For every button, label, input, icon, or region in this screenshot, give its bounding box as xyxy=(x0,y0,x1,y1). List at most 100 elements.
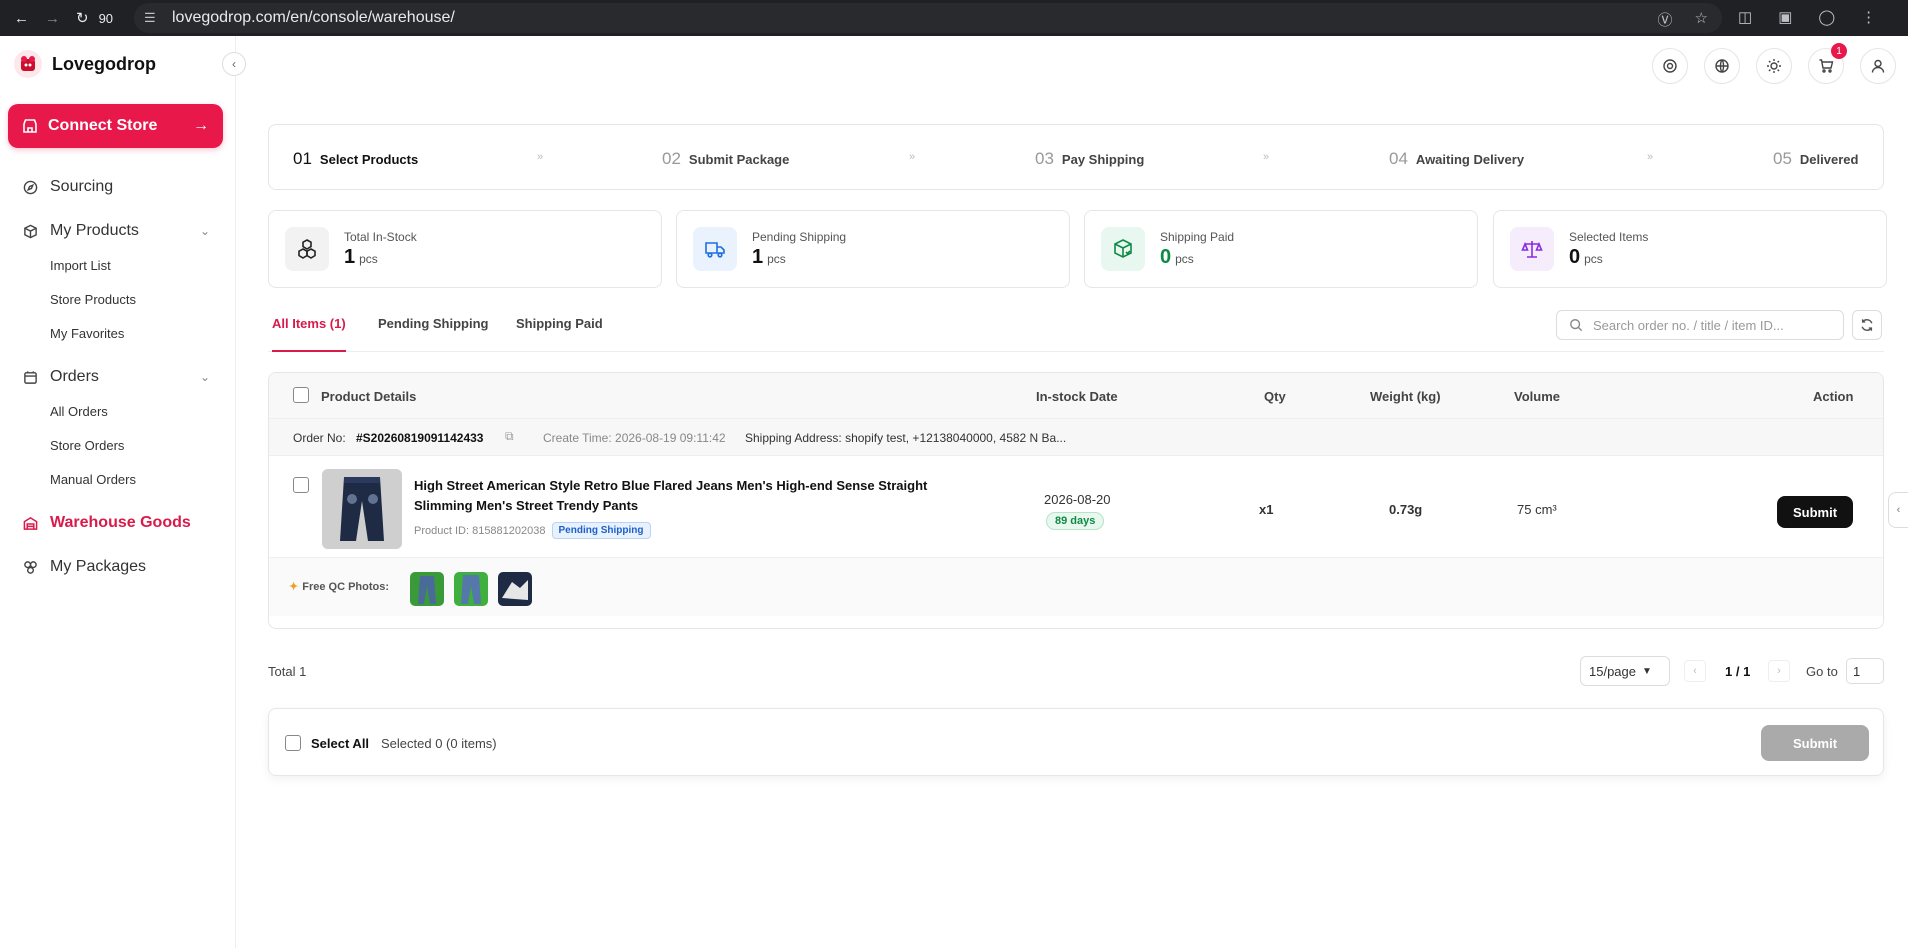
theme-toggle-button[interactable] xyxy=(1756,48,1792,84)
select-all-label[interactable]: Select All xyxy=(311,736,369,751)
search-box xyxy=(1556,310,1844,340)
step-number: 02 xyxy=(662,149,681,168)
page-size-select[interactable]: 15/page ▼ xyxy=(1580,656,1670,686)
sidebar-item-import-list[interactable]: Import List xyxy=(0,248,236,282)
connect-store-button[interactable]: Connect Store → xyxy=(8,104,223,148)
connect-store-label: Connect Store xyxy=(48,117,158,134)
sidebar-item-store-products[interactable]: Store Products xyxy=(0,282,236,316)
select-all-checkbox[interactable] xyxy=(285,735,301,751)
goto-page-input[interactable] xyxy=(1846,658,1884,684)
support-button[interactable] xyxy=(1652,48,1688,84)
bulk-action-bar: Select All Selected 0 (0 items) Submit xyxy=(268,708,1884,776)
qc-photo-thumbnail[interactable] xyxy=(498,572,532,606)
status-badge: Pending Shipping xyxy=(551,522,651,539)
cart-button[interactable]: 1 xyxy=(1808,43,1847,84)
sidebar-item-my-favorites[interactable]: My Favorites xyxy=(0,316,236,350)
tab-all-items[interactable]: All Items (1) xyxy=(272,316,346,352)
sidebar-item-warehouse-goods[interactable]: Warehouse Goods xyxy=(0,506,236,540)
chevron-down-icon[interactable]: ⌄ xyxy=(200,224,210,238)
reload-icon[interactable]: ↻ xyxy=(76,9,89,27)
truck-icon xyxy=(693,227,737,271)
cart-icon xyxy=(1819,59,1834,73)
step-name: Select Products xyxy=(319,152,419,167)
globe-icon xyxy=(1715,59,1729,73)
step-delivered: 05 Delivered xyxy=(1773,149,1858,169)
brand-logo[interactable]: Lovegodrop xyxy=(14,50,156,78)
qc-photos-label: Free QC Photos: xyxy=(302,580,390,593)
col-in-stock-date: In-stock Date xyxy=(1036,389,1118,404)
language-button[interactable] xyxy=(1704,48,1740,84)
tab-search-icon[interactable]: ▣ xyxy=(1778,8,1792,26)
product-thumbnail[interactable] xyxy=(322,469,402,549)
stat-label: Shipping Paid xyxy=(1160,229,1235,244)
bulk-submit-button[interactable]: Submit xyxy=(1761,725,1869,761)
orders-icon xyxy=(22,369,38,385)
stat-label: Total In-Stock xyxy=(344,229,417,244)
sidebar-item-store-orders[interactable]: Store Orders xyxy=(0,428,236,462)
browser-toolbar: ← → ↻ 90 ☰ lovegodrop.com/en/console/war… xyxy=(0,0,1908,36)
step-arrow-icon: » xyxy=(1263,151,1270,163)
forward-icon[interactable]: → xyxy=(45,10,60,27)
table-row: High Street American Style Retro Blue Fl… xyxy=(269,456,1883,558)
row-checkbox[interactable] xyxy=(293,477,309,493)
side-drawer-toggle[interactable]: ‹ xyxy=(1888,492,1908,528)
back-icon[interactable]: ← xyxy=(14,10,29,27)
brand-name: Lovegodrop xyxy=(52,53,156,74)
step-number: 05 xyxy=(1773,149,1792,168)
tab-pending-shipping[interactable]: Pending Shipping xyxy=(378,316,489,352)
qc-photo-thumbnail[interactable] xyxy=(454,572,488,606)
order-info-row: Order No: #S20260819091142433 ⧉ Create T… xyxy=(269,419,1883,456)
browser-menu-icon[interactable]: ⋮ xyxy=(1861,8,1876,26)
packages-icon xyxy=(22,559,38,575)
chevron-down-icon: ▼ xyxy=(1642,665,1652,677)
address-bar[interactable]: ☰ lovegodrop.com/en/console/warehouse/ Ⓥ… xyxy=(134,3,1722,33)
submit-row-button[interactable]: Submit xyxy=(1777,496,1853,528)
arrow-right-icon: → xyxy=(193,117,209,134)
url-text[interactable]: lovegodrop.com/en/console/warehouse/ xyxy=(172,9,455,27)
product-weight: 0.73g xyxy=(1389,502,1423,517)
step-name: Delivered xyxy=(1799,152,1859,167)
zoom-level: 90 xyxy=(98,10,114,26)
search-input[interactable] xyxy=(1593,317,1833,333)
box-icon xyxy=(22,223,38,239)
refresh-button[interactable] xyxy=(1852,310,1882,340)
stat-pending-shipping: Pending Shipping 1 pcs xyxy=(676,210,1070,288)
goto-label: Go to xyxy=(1806,664,1838,679)
bookmark-star-icon[interactable]: ☆ xyxy=(1695,9,1708,30)
next-page-button[interactable]: › xyxy=(1768,660,1790,682)
sidebar-item-all-orders[interactable]: All Orders xyxy=(0,394,236,428)
prev-page-button[interactable]: ‹ xyxy=(1684,660,1706,682)
site-info-icon[interactable]: ☰ xyxy=(144,10,160,26)
user-icon xyxy=(1871,59,1885,73)
col-weight: Weight (kg) xyxy=(1370,389,1441,404)
select-all-checkbox-header[interactable] xyxy=(293,387,309,403)
chevron-left-icon: ‹ xyxy=(1896,504,1901,516)
profile-icon[interactable]: ◯ xyxy=(1818,8,1835,26)
product-volume: 75 cm³ xyxy=(1517,502,1557,517)
stat-label: Selected Items xyxy=(1569,229,1649,244)
chevron-down-icon[interactable]: ⌄ xyxy=(200,370,210,384)
translate-icon[interactable]: Ⓥ xyxy=(1658,9,1673,30)
shipping-steps: 01 Select Products » 02 Submit Package » 0… xyxy=(268,124,1884,190)
sidebar-item-my-products[interactable]: My Products ⌄ xyxy=(0,214,236,248)
sidebar-item-manual-orders[interactable]: Manual Orders xyxy=(0,462,236,496)
product-title[interactable]: High Street American Style Retro Blue Fl… xyxy=(414,476,934,516)
tab-shipping-paid[interactable]: Shipping Paid xyxy=(516,316,603,352)
qc-photo-thumbnail[interactable] xyxy=(410,572,444,606)
step-number: 04 xyxy=(1389,149,1408,168)
chevron-left-icon: ‹ xyxy=(232,57,236,71)
step-name: Awaiting Delivery xyxy=(1415,152,1525,167)
step-arrow-icon: » xyxy=(909,151,916,163)
step-select-products: 01 Select Products xyxy=(293,149,418,169)
sidebar-item-my-packages[interactable]: My Packages xyxy=(0,550,236,584)
collapse-sidebar-button[interactable]: ‹ xyxy=(222,52,246,76)
scale-icon xyxy=(1510,227,1554,271)
account-button[interactable] xyxy=(1860,48,1896,84)
sidebar-item-sourcing[interactable]: Sourcing xyxy=(0,170,236,204)
extensions-icon[interactable]: ◫ xyxy=(1738,8,1752,26)
store-icon xyxy=(23,119,37,133)
sidebar-item-label: My Packages xyxy=(50,558,147,575)
step-pay-shipping: 03 Pay Shipping xyxy=(1035,149,1144,169)
sidebar-item-orders[interactable]: Orders ⌄ xyxy=(0,360,236,394)
copy-icon[interactable]: ⧉ xyxy=(505,429,514,444)
